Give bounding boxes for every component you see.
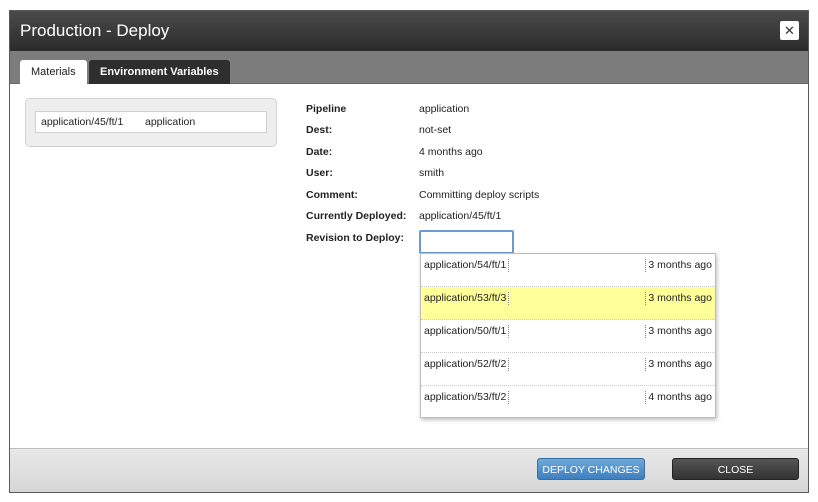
- option-revision: application/53/ft/2: [424, 391, 510, 404]
- tab-materials[interactable]: Materials: [20, 60, 87, 84]
- pipeline-label: Pipeline: [306, 103, 347, 115]
- deploy-changes-button[interactable]: DEPLOY CHANGES: [537, 458, 645, 480]
- comment-value: Committing deploy scripts: [419, 189, 540, 201]
- dropdown-option[interactable]: application/54/ft/1 3 months ago: [421, 254, 715, 287]
- date-value: 4 months ago: [419, 146, 483, 158]
- material-revision: application/45/ft/1: [41, 116, 124, 128]
- dest-value: not-set: [419, 124, 452, 136]
- option-time: 3 months ago: [645, 259, 712, 272]
- deploy-dialog: Production - Deploy ✕ Materials Environm…: [9, 10, 809, 493]
- comment-label: Comment:: [306, 189, 358, 201]
- dropdown-option[interactable]: application/53/ft/2 4 months ago: [421, 386, 715, 419]
- close-icon[interactable]: ✕: [780, 21, 799, 40]
- tab-environment-variables[interactable]: Environment Variables: [89, 60, 230, 84]
- option-time: 3 months ago: [645, 325, 712, 338]
- dropdown-option[interactable]: application/50/ft/1 3 months ago: [421, 320, 715, 353]
- materials-panel: application/45/ft/1 application: [25, 98, 277, 147]
- option-revision: application/50/ft/1: [424, 325, 510, 338]
- dialog-title: Production - Deploy: [20, 21, 170, 40]
- close-button[interactable]: CLOSE: [672, 458, 799, 480]
- option-revision: application/53/ft/3: [424, 292, 510, 305]
- tab-bar: Materials Environment Variables: [10, 51, 808, 84]
- dialog-footer: DEPLOY CHANGES CLOSE: [10, 448, 808, 492]
- date-label: Date:: [306, 146, 333, 158]
- material-item[interactable]: application/45/ft/1 application: [35, 111, 267, 133]
- revision-to-deploy-label: Revision to Deploy:: [306, 232, 405, 244]
- option-time: 4 months ago: [645, 391, 712, 404]
- dialog-titlebar: Production - Deploy ✕: [10, 11, 808, 51]
- dest-label: Dest:: [306, 124, 333, 136]
- option-time: 3 months ago: [645, 358, 712, 371]
- pipeline-value: application: [419, 103, 470, 115]
- dropdown-option[interactable]: application/52/ft/2 3 months ago: [421, 353, 715, 386]
- option-revision: application/54/ft/1: [424, 259, 510, 272]
- user-value: smith: [419, 167, 445, 179]
- option-time: 3 months ago: [645, 292, 712, 305]
- material-name: application: [145, 116, 196, 128]
- option-revision: application/52/ft/2: [424, 358, 510, 371]
- revision-dropdown: application/54/ft/1 3 months ago applica…: [420, 253, 716, 418]
- currently-deployed-label: Currently Deployed:: [306, 210, 407, 222]
- currently-deployed-value: application/45/ft/1: [419, 210, 502, 222]
- revision-input[interactable]: [419, 230, 514, 254]
- tab-content: application/45/ft/1 application Pipeline …: [10, 85, 808, 450]
- dropdown-option-highlighted[interactable]: application/53/ft/3 3 months ago: [421, 287, 715, 320]
- user-label: User:: [306, 167, 333, 179]
